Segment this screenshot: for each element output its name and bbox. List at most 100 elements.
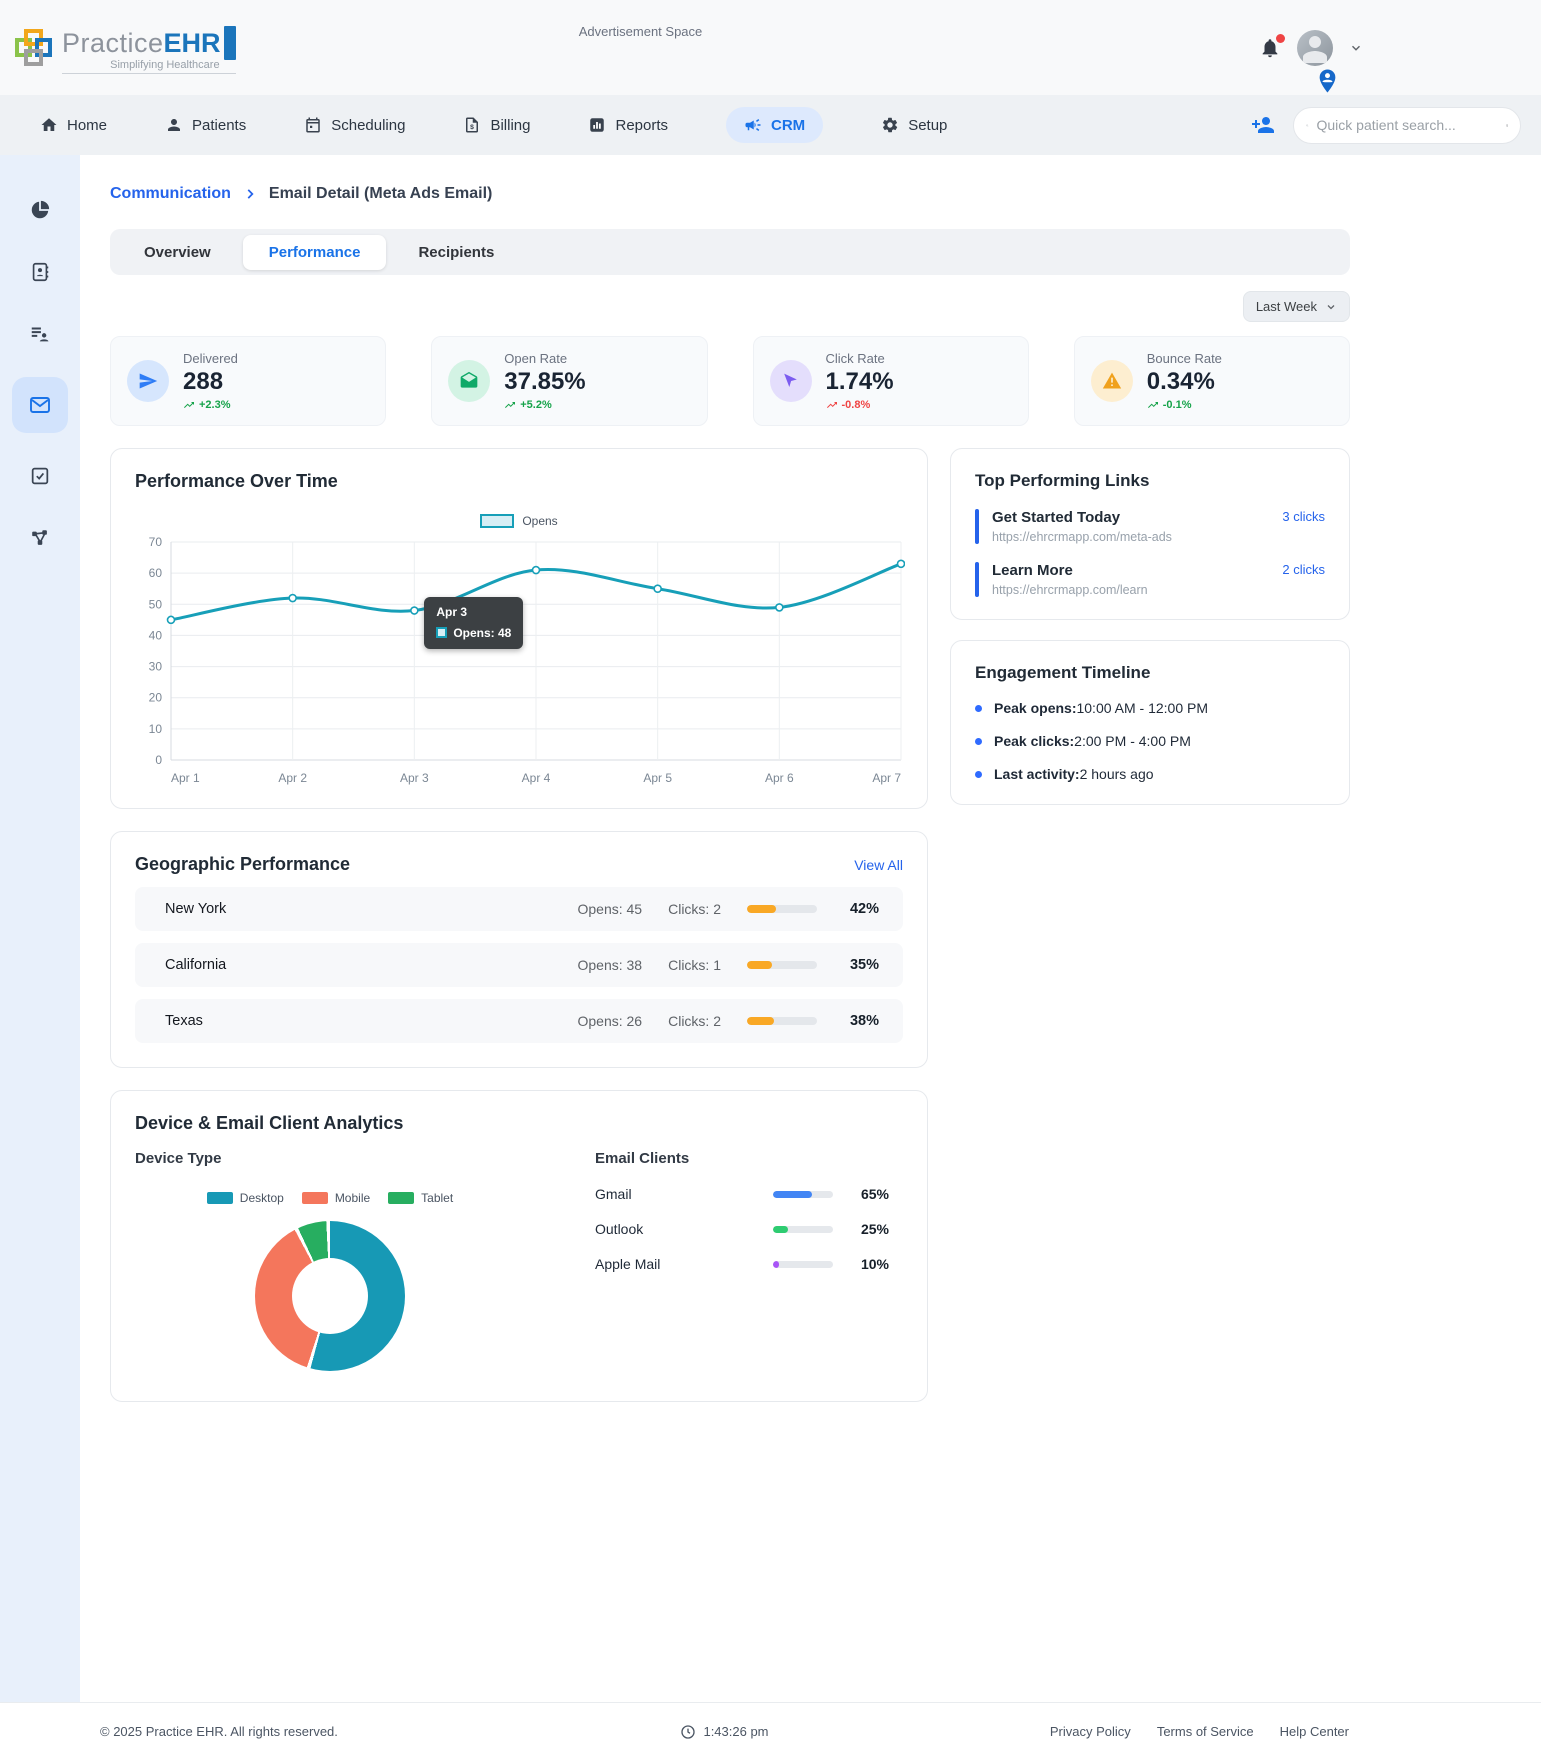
svg-text:40: 40	[149, 628, 163, 642]
automation-icon	[32, 530, 47, 545]
bullet-dot	[975, 737, 982, 745]
nav-item-billing[interactable]: $ Billing	[463, 116, 530, 134]
geo-region: California	[165, 957, 227, 973]
nav-item-crm[interactable]: CRM	[726, 107, 824, 143]
email-client-row: Gmail 65%	[595, 1186, 889, 1202]
breadcrumb-parent-link[interactable]: Communication	[110, 185, 231, 203]
legend-label: Opens	[522, 514, 558, 528]
engagement-title: Engagement Timeline	[975, 663, 1151, 682]
sidebar-item-automation[interactable]	[21, 519, 59, 557]
stat-card-delivered: Delivered 288 +2.3%	[110, 336, 387, 426]
main-nav: Home Patients Scheduling $ Billing Repor…	[0, 95, 1541, 155]
chevron-down-icon[interactable]	[1349, 41, 1363, 55]
tab-recipients[interactable]: Recipients	[392, 235, 520, 270]
geo-row: California Opens: 38 Clicks: 1 35%	[135, 943, 903, 987]
footer: © 2025 Practice EHR. All rights reserved…	[0, 1702, 1541, 1760]
link-url: https://ehrcrmapp.com/learn	[992, 583, 1148, 597]
nav-item-setup[interactable]: Setup	[881, 116, 947, 134]
chevron-down-icon	[1327, 304, 1335, 309]
sidebar-item-analytics[interactable]	[21, 191, 59, 229]
sidebar-item-tasks[interactable]	[21, 457, 59, 495]
copyright: © 2025 Practice EHR. All rights reserved…	[100, 1724, 338, 1739]
geo-row: Texas Opens: 26 Clicks: 2 38%	[135, 999, 903, 1043]
nav-item-scheduling[interactable]: Scheduling	[304, 116, 405, 134]
email-client-label: Apple Mail	[595, 1256, 661, 1272]
geo-progress-fill	[747, 961, 772, 969]
geo-percent: 38%	[849, 1013, 879, 1029]
logo-cross-icon	[15, 29, 52, 66]
tab-performance[interactable]: Performance	[242, 234, 387, 270]
svg-text:60: 60	[149, 566, 163, 580]
tasks-icon	[31, 467, 49, 485]
email-client-percent: 65%	[860, 1186, 889, 1202]
svg-text:0: 0	[155, 753, 162, 767]
nav-label: Setup	[908, 116, 948, 134]
email-icon	[30, 397, 50, 413]
legend-item-tablet: Tablet	[388, 1191, 453, 1205]
trending-up-icon	[1147, 402, 1158, 408]
page: Advertisement Space Practice EHR Simplify…	[0, 0, 1541, 1760]
email-bar-fill	[773, 1225, 788, 1233]
svg-text:Apr 3: Apr 3	[400, 771, 429, 785]
patient-search	[1293, 106, 1521, 144]
nav-right	[1251, 106, 1521, 144]
privacy-policy-link[interactable]: Privacy Policy	[1050, 1724, 1131, 1739]
email-bar-fill	[773, 1190, 812, 1198]
chevron-right-icon	[247, 189, 254, 199]
link-clicks: 3 clicks	[1282, 509, 1325, 524]
email-bar-track	[773, 1225, 833, 1233]
sidebar-item-leads[interactable]	[21, 315, 59, 353]
legend-label: Mobile	[334, 1191, 371, 1205]
location-user-button[interactable]	[1316, 68, 1339, 94]
svg-text:Apr 5: Apr 5	[643, 771, 672, 785]
top-header: Advertisement Space Practice EHR Simplify…	[0, 0, 1541, 95]
nav-label: Patients	[192, 116, 247, 134]
nav-item-patients[interactable]: Patients	[165, 116, 246, 134]
email-bar-track	[773, 1190, 833, 1198]
svg-text:10: 10	[149, 722, 163, 736]
link-item[interactable]: Learn More https://ehrcrmapp.com/learn 2…	[975, 562, 1325, 597]
search-icon	[1306, 124, 1309, 127]
geo-progress-fill	[747, 1017, 774, 1025]
link-item[interactable]: Get Started Today https://ehrcrmapp.com/…	[975, 509, 1325, 544]
donut-hole	[292, 1258, 368, 1334]
legend-swatch	[301, 1192, 328, 1204]
stat-icon-wrap	[1090, 360, 1133, 402]
clock-icon	[681, 1724, 696, 1739]
calendar-icon	[306, 117, 320, 133]
sidebar-item-contacts[interactable]	[21, 253, 59, 291]
email-client-label: Outlook	[595, 1221, 644, 1237]
sidebar-item-email[interactable]	[12, 377, 68, 433]
email-bar-fill	[773, 1260, 779, 1268]
view-all-link[interactable]: View All	[854, 857, 903, 873]
nav-label: Scheduling	[331, 116, 406, 134]
geo-percent: 42%	[849, 901, 879, 917]
tab-overview[interactable]: Overview	[118, 235, 237, 270]
chart-legend: Opens	[135, 514, 903, 528]
notifications-button[interactable]	[1259, 34, 1285, 59]
period-dropdown[interactable]: Last Week	[1242, 291, 1350, 322]
add-patient-icon[interactable]	[1251, 113, 1275, 137]
nav-item-home[interactable]: Home	[40, 116, 107, 134]
search-input[interactable]	[1316, 117, 1498, 133]
user-avatar[interactable]	[1297, 30, 1333, 66]
main-content: Communication Email Detail (Meta Ads Ema…	[80, 155, 1541, 1702]
nav-item-reports[interactable]: Reports	[588, 116, 668, 134]
geo-opens: Opens: 26	[577, 1013, 643, 1029]
header-actions	[1259, 30, 1363, 66]
stat-trend: +5.2%	[504, 399, 585, 411]
performance-chart-card: Performance Over Time Opens 0 10 20 30 40 50 6…	[110, 448, 928, 809]
svg-text:70: 70	[149, 535, 163, 549]
terms-link[interactable]: Terms of Service	[1157, 1724, 1254, 1739]
filter-sliders-icon[interactable]	[1505, 117, 1509, 134]
svg-text:Apr 4: Apr 4	[522, 771, 551, 785]
legend-swatch	[206, 1192, 233, 1204]
legend-item-desktop: Desktop	[206, 1191, 284, 1205]
footer-clock: 1:43:26 pm	[680, 1724, 769, 1740]
help-center-link[interactable]: Help Center	[1280, 1724, 1349, 1739]
stat-label: Delivered	[183, 351, 238, 366]
app-logo[interactable]: Practice EHR Simplifying Healthcare	[14, 26, 236, 74]
contacts-icon	[32, 262, 49, 282]
legend-label: Tablet	[421, 1191, 454, 1205]
notification-badge	[1276, 34, 1285, 43]
